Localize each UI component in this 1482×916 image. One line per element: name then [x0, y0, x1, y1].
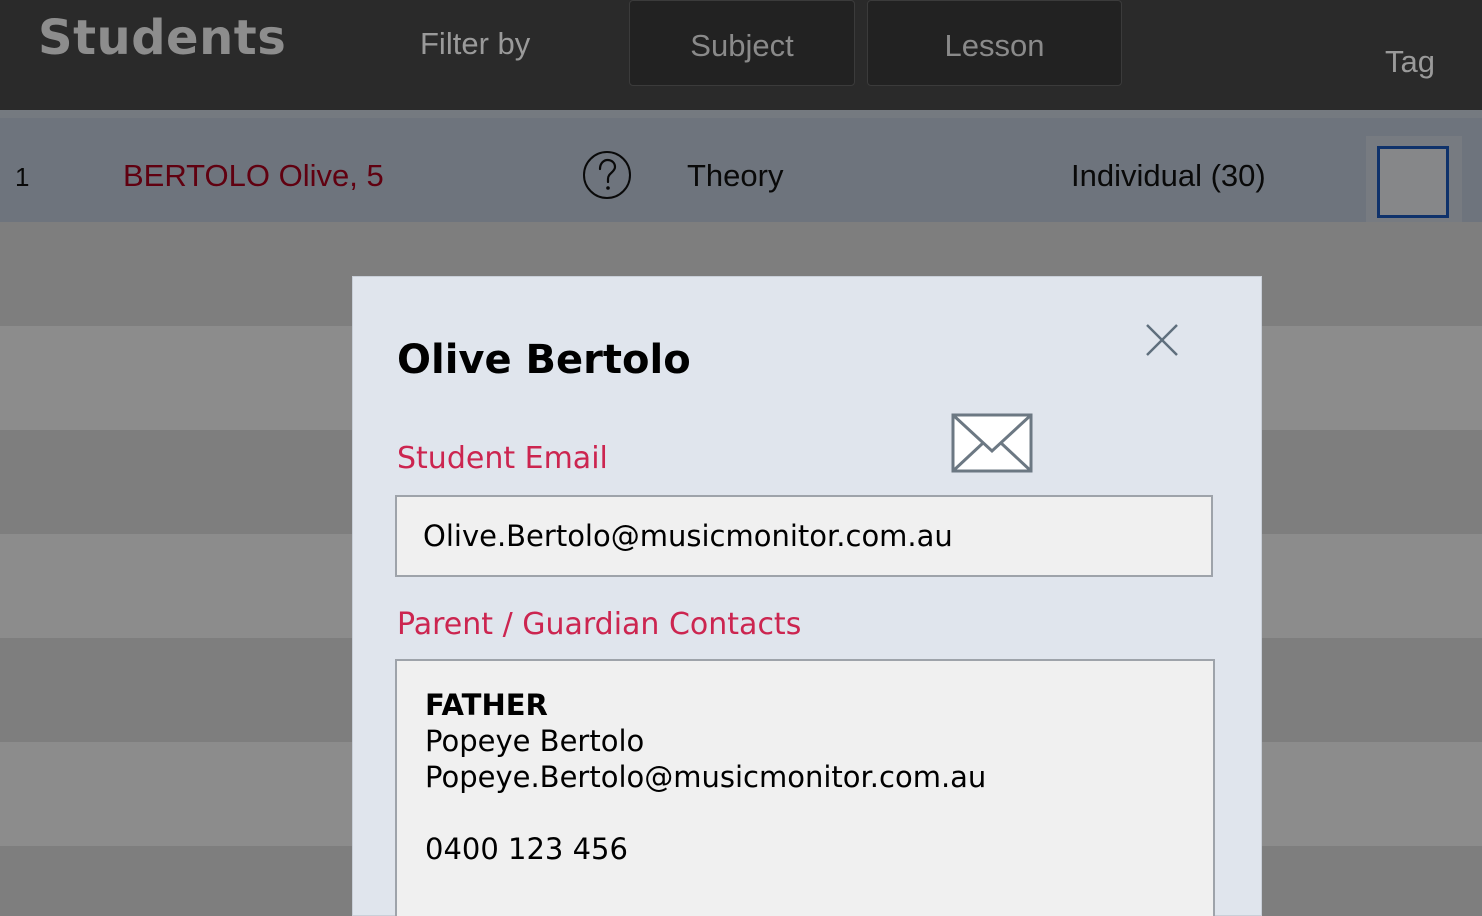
tag-column-header: Tag: [1385, 44, 1435, 79]
filter-lesson-label: Lesson: [944, 28, 1045, 63]
page-title: Students: [38, 10, 287, 66]
filter-lesson-button[interactable]: Lesson: [867, 0, 1122, 86]
header-bar: Students Filter by Subject Lesson Tag: [0, 0, 1482, 110]
student-contact-modal: Olive Bertolo Student Email Parent / Gua…: [352, 276, 1262, 916]
contacts-field[interactable]: FATHER Popeye Bertolo Popeye.Bertolo@mus…: [395, 659, 1215, 916]
contact-role: FATHER: [425, 688, 548, 722]
student-email-field[interactable]: [395, 495, 1213, 577]
contacts-label: Parent / Guardian Contacts: [397, 607, 802, 642]
close-icon[interactable]: [1143, 321, 1181, 359]
contact-email: Popeye.Bertolo@musicmonitor.com.au: [425, 760, 987, 794]
filter-subject-button[interactable]: Subject: [629, 0, 855, 86]
filter-label: Filter by: [420, 26, 531, 61]
contact-name: Popeye Bertolo: [425, 724, 645, 758]
student-email-label: Student Email: [397, 441, 608, 476]
modal-title: Olive Bertolo: [397, 337, 691, 383]
contact-spacer: [425, 795, 1185, 831]
filter-subject-label: Subject: [690, 28, 794, 63]
contact-phone: 0400 123 456: [425, 832, 628, 866]
mail-icon[interactable]: [951, 413, 1033, 473]
